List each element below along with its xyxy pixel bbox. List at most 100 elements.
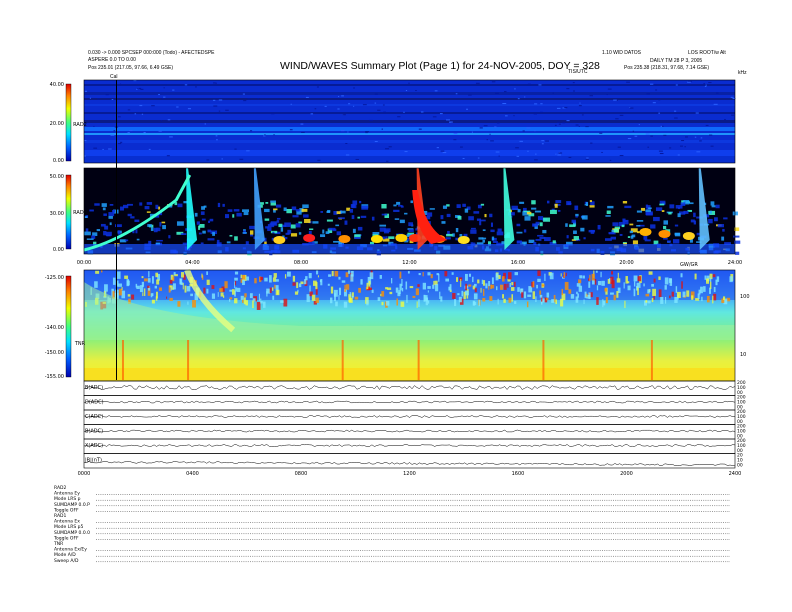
rad2-speck (386, 160, 389, 162)
rad1-noise (147, 224, 152, 227)
rad1-noise (198, 232, 202, 235)
tnr-speck (710, 277, 712, 282)
rad1-colorbar (65, 174, 72, 250)
rad2-band (84, 140, 735, 143)
tnr-speck (159, 287, 162, 291)
rad1-noise (491, 236, 495, 241)
rad1-x-end-label: GW/GR (680, 262, 698, 268)
rad1-noise (532, 223, 538, 227)
rad1-noise (497, 228, 502, 232)
rad2-speck (246, 150, 250, 152)
tnr-speck (407, 271, 410, 274)
tnr-speck (701, 296, 703, 302)
tnr-speck (180, 272, 185, 278)
rad2-speck (557, 121, 561, 123)
tnr-speck (499, 284, 504, 290)
rad2-speck (654, 84, 657, 86)
rad2-speck (432, 116, 437, 118)
rad1-noise (637, 231, 640, 234)
tnr-speck (551, 299, 555, 303)
tnr-speck (415, 288, 419, 296)
tnr-speck (456, 277, 459, 282)
tnr-speck (418, 299, 420, 307)
rad1-noise (441, 221, 446, 224)
rad1-noise (644, 239, 651, 242)
rad1-noise (222, 203, 225, 207)
tnr-speck (568, 289, 572, 294)
tnr-speck (399, 271, 402, 279)
rad1-noise (464, 208, 469, 213)
tnr-speck (488, 280, 491, 287)
rad1-noise (177, 203, 183, 208)
rad2-speck (468, 94, 472, 96)
tnr-speck (458, 296, 462, 303)
rad1-noise (455, 227, 459, 233)
line-panel-xtick: 1200 (403, 471, 416, 477)
tnr-speck (360, 279, 363, 285)
rad1-noise (194, 212, 198, 217)
tnr-speck (104, 284, 108, 292)
tnr-speck (121, 286, 123, 291)
rad1-noise (619, 233, 623, 236)
rad1-noise (734, 251, 740, 255)
tnr-speck (304, 279, 307, 285)
tnr-speck (604, 288, 608, 292)
rad1-noise (661, 210, 665, 213)
tnr-speck (468, 273, 471, 277)
rad1-burst-blob (658, 230, 671, 238)
tnr-speck (584, 291, 587, 299)
rad2-speck (442, 152, 447, 154)
tnr-event-streak (650, 340, 653, 380)
rad1-noise (336, 211, 341, 215)
tnr-speck (583, 299, 585, 305)
tnr-speck (468, 284, 472, 287)
rad1-noise (283, 207, 287, 212)
rad1-ytick: 50.00 (50, 174, 64, 180)
tnr-speck (503, 283, 507, 290)
tnr-speck (454, 299, 457, 307)
tnr-speck (151, 293, 154, 297)
rad1-noise (674, 224, 679, 227)
rad2-speck (554, 124, 557, 126)
rad2-speck (684, 146, 686, 148)
tnr-speck (589, 274, 591, 282)
rad2-band (84, 98, 735, 100)
rad1-noise (89, 209, 94, 212)
rad1-noise (398, 204, 403, 207)
rad1-noise (280, 227, 284, 232)
rad1-noise (287, 229, 292, 234)
rad2-speck (490, 140, 494, 142)
tnr-speck (386, 301, 390, 306)
tnr-speck (637, 276, 642, 282)
tnr-speck (387, 287, 392, 290)
tnr-speck (389, 291, 393, 295)
rad1-noise (357, 216, 360, 219)
rad1-noise (446, 213, 451, 218)
tnr-speck (100, 270, 103, 273)
tnr-speck (536, 284, 538, 289)
rad2-speck (694, 136, 697, 138)
rad2-speck (113, 130, 116, 132)
tnr-speck (237, 287, 241, 293)
tnr-speck (219, 288, 223, 292)
rad2-speck (647, 146, 650, 148)
rad1-noise (242, 209, 249, 213)
tnr-speck (272, 295, 275, 300)
rad1-noise (663, 225, 667, 230)
tnr-speck (242, 279, 245, 286)
rad1-noise (535, 238, 542, 241)
tnr-speck (625, 276, 628, 284)
tnr-speck (338, 276, 341, 280)
rad1-noise (516, 240, 522, 244)
rad1-noise (200, 242, 204, 245)
tnr-speck (391, 278, 393, 284)
tnr-speck (315, 282, 318, 290)
tnr-speck (432, 284, 435, 289)
rad1-noise (624, 205, 632, 209)
rad1-noise (581, 215, 585, 219)
rad2-speck (383, 111, 386, 113)
rad1-noise (524, 216, 531, 221)
rad2-speck (477, 157, 480, 159)
rad2-speck (555, 153, 557, 155)
rad1-noise (207, 238, 215, 241)
